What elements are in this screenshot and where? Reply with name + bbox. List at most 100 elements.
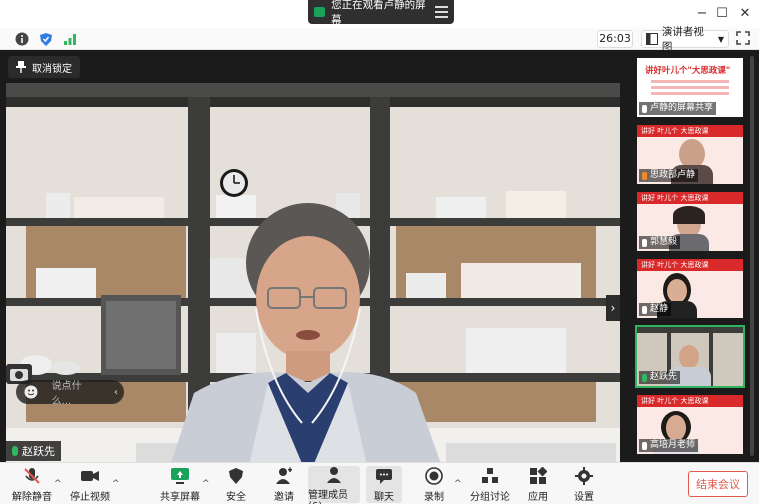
tile-name: 赵跃先 xyxy=(650,372,678,382)
view-mode-dropdown[interactable]: 演讲者视图 ▼ xyxy=(641,26,729,53)
close-button[interactable]: ✕ xyxy=(735,4,755,22)
tile-name: 卢静的屏幕共享 xyxy=(650,103,714,113)
mic-active-icon xyxy=(642,373,647,382)
meeting-timer: 26:03 xyxy=(597,30,633,48)
maximize-button[interactable]: ☐ xyxy=(712,4,732,22)
slide-header: 讲好 叶儿个 大思政课 xyxy=(641,127,709,135)
gallery-tile[interactable]: 讲好叶儿个"大思政课" 卢静的屏幕共享 xyxy=(637,58,743,117)
gear-icon xyxy=(574,466,594,486)
active-speaker-tag: 赵跃先 xyxy=(6,441,61,461)
tile-name: 思政部卢静 xyxy=(650,170,696,180)
tile-name: 赵静 xyxy=(650,304,669,314)
gallery-tile[interactable]: 讲好 叶儿个 大思政课 高培月老师 xyxy=(637,395,743,454)
mic-muted-icon xyxy=(642,441,647,450)
chevron-left-icon[interactable]: ‹ xyxy=(114,387,118,398)
gallery-tile[interactable]: 赵跃先 xyxy=(635,325,745,388)
window-titlebar: 您正在观看卢静的屏幕 − ☐ ✕ xyxy=(0,0,759,28)
tile-label: 郭慧毅 xyxy=(639,236,681,249)
list-icon[interactable] xyxy=(434,6,449,18)
chat-bubble-icon xyxy=(374,466,394,486)
video-label: 停止视频 xyxy=(70,492,110,503)
screen-share-icon xyxy=(314,7,326,17)
meeting-toolbar: 解除静音 ^ 停止视频 ^ 共享屏幕 ^ 安全 邀请 管理成员(6) xyxy=(0,462,759,504)
pin-icon xyxy=(16,61,26,73)
breakout-label: 分组讨论 xyxy=(470,492,510,503)
mic-muted-icon xyxy=(642,104,647,113)
mute-label: 解除静音 xyxy=(12,492,52,503)
apps-grid-icon xyxy=(528,466,548,486)
gallery-tile[interactable]: 讲好 叶儿个 大思政课 赵静 xyxy=(637,259,743,318)
record-label: 录制 xyxy=(424,492,444,503)
chevron-down-icon: ▼ xyxy=(717,34,724,44)
chat-button[interactable]: 聊天 xyxy=(366,466,402,503)
participant-gallery: 讲好叶儿个"大思政课" 卢静的屏幕共享 讲好 叶儿个 大思政课 思政部卢静 讲好… xyxy=(632,50,759,462)
slide-header: 讲好 叶儿个 大思政课 xyxy=(641,194,709,202)
tile-label: 高培月老师 xyxy=(639,439,699,452)
fullscreen-icon[interactable] xyxy=(736,31,752,47)
slide-header: 讲好 叶儿个 大思政课 xyxy=(641,261,709,269)
invite-button[interactable]: 邀请 xyxy=(270,466,298,503)
security-button[interactable]: 安全 xyxy=(222,466,250,503)
video-options-caret[interactable]: ^ xyxy=(112,479,120,489)
apps-label: 应用 xyxy=(528,492,548,503)
record-button[interactable]: 录制 xyxy=(420,466,448,503)
apps-button[interactable]: 应用 xyxy=(524,466,552,503)
members-label: 管理成员(6) xyxy=(308,490,348,504)
main-video-feed[interactable] xyxy=(6,83,620,478)
breakout-button[interactable]: 分组讨论 xyxy=(470,466,510,503)
active-speaker-name: 赵跃先 xyxy=(22,445,55,458)
members-button[interactable]: 管理成员(6) xyxy=(308,466,360,504)
speaker-video-image xyxy=(6,83,620,478)
add-user-icon xyxy=(274,466,294,486)
settings-label: 设置 xyxy=(574,492,594,503)
gallery-tile[interactable]: 讲好 叶儿个 大思政课 郭慧毅 xyxy=(637,192,743,251)
settings-button[interactable]: 设置 xyxy=(570,466,598,503)
minimize-button[interactable]: − xyxy=(692,4,712,22)
screen-share-banner[interactable]: 您正在观看卢静的屏幕 xyxy=(308,0,454,26)
video-button[interactable]: 停止视频 xyxy=(70,466,110,503)
tile-name: 郭慧毅 xyxy=(650,237,678,247)
tile-name: 高培月老师 xyxy=(650,440,696,450)
mic-off-icon xyxy=(22,466,42,486)
security-label: 安全 xyxy=(226,492,246,503)
share-screen-label: 共享屏幕 xyxy=(160,492,200,503)
unlock-pin-button[interactable]: 取消锁定 xyxy=(8,56,80,78)
gallery-scrollbar[interactable] xyxy=(750,56,754,456)
slide-header: 讲好叶儿个"大思政课" xyxy=(645,66,731,76)
mic-active-icon xyxy=(12,446,18,456)
video-camera-icon xyxy=(80,466,100,486)
unlock-label: 取消锁定 xyxy=(32,63,72,75)
slide-header: 讲好 叶儿个 大思政课 xyxy=(641,397,709,405)
chat-label: 聊天 xyxy=(374,492,394,503)
host-icon xyxy=(642,171,647,180)
tile-label: 赵跃先 xyxy=(639,371,681,384)
screen-share-text: 您正在观看卢静的屏幕 xyxy=(331,0,426,26)
emoji-icon[interactable] xyxy=(24,385,38,399)
info-icon[interactable] xyxy=(14,31,30,47)
collapse-gallery-arrow[interactable]: › xyxy=(606,295,620,321)
mute-button[interactable]: 解除静音 xyxy=(12,466,52,503)
tile-label: 思政部卢静 xyxy=(639,169,699,182)
chat-input-pill[interactable]: 说点什么... ‹ xyxy=(16,380,124,407)
tile-label: 卢静的屏幕共享 xyxy=(639,102,717,115)
breakout-rooms-icon xyxy=(480,466,500,486)
gallery-tile[interactable]: 讲好 叶儿个 大思政课 思政部卢静 xyxy=(637,125,743,184)
record-options-caret[interactable]: ^ xyxy=(454,479,462,489)
shield-icon xyxy=(226,466,246,486)
share-options-caret[interactable]: ^ xyxy=(202,479,210,489)
mute-options-caret[interactable]: ^ xyxy=(54,479,62,489)
end-meeting-button[interactable]: 结束会议 xyxy=(688,471,748,497)
security-shield-icon[interactable] xyxy=(38,31,54,47)
tile-label: 赵静 xyxy=(639,303,672,316)
chat-placeholder: 说点什么... xyxy=(51,381,82,407)
layout-icon xyxy=(646,33,658,45)
mic-muted-icon xyxy=(642,305,647,314)
mic-muted-icon xyxy=(642,238,647,247)
share-screen-button[interactable]: 共享屏幕 xyxy=(160,466,200,503)
share-screen-icon xyxy=(170,466,190,486)
members-icon xyxy=(324,466,344,484)
record-icon xyxy=(424,466,444,486)
meeting-info-bar: 26:03 演讲者视图 ▼ xyxy=(0,26,759,53)
invite-label: 邀请 xyxy=(274,492,294,503)
signal-icon[interactable] xyxy=(62,31,78,47)
